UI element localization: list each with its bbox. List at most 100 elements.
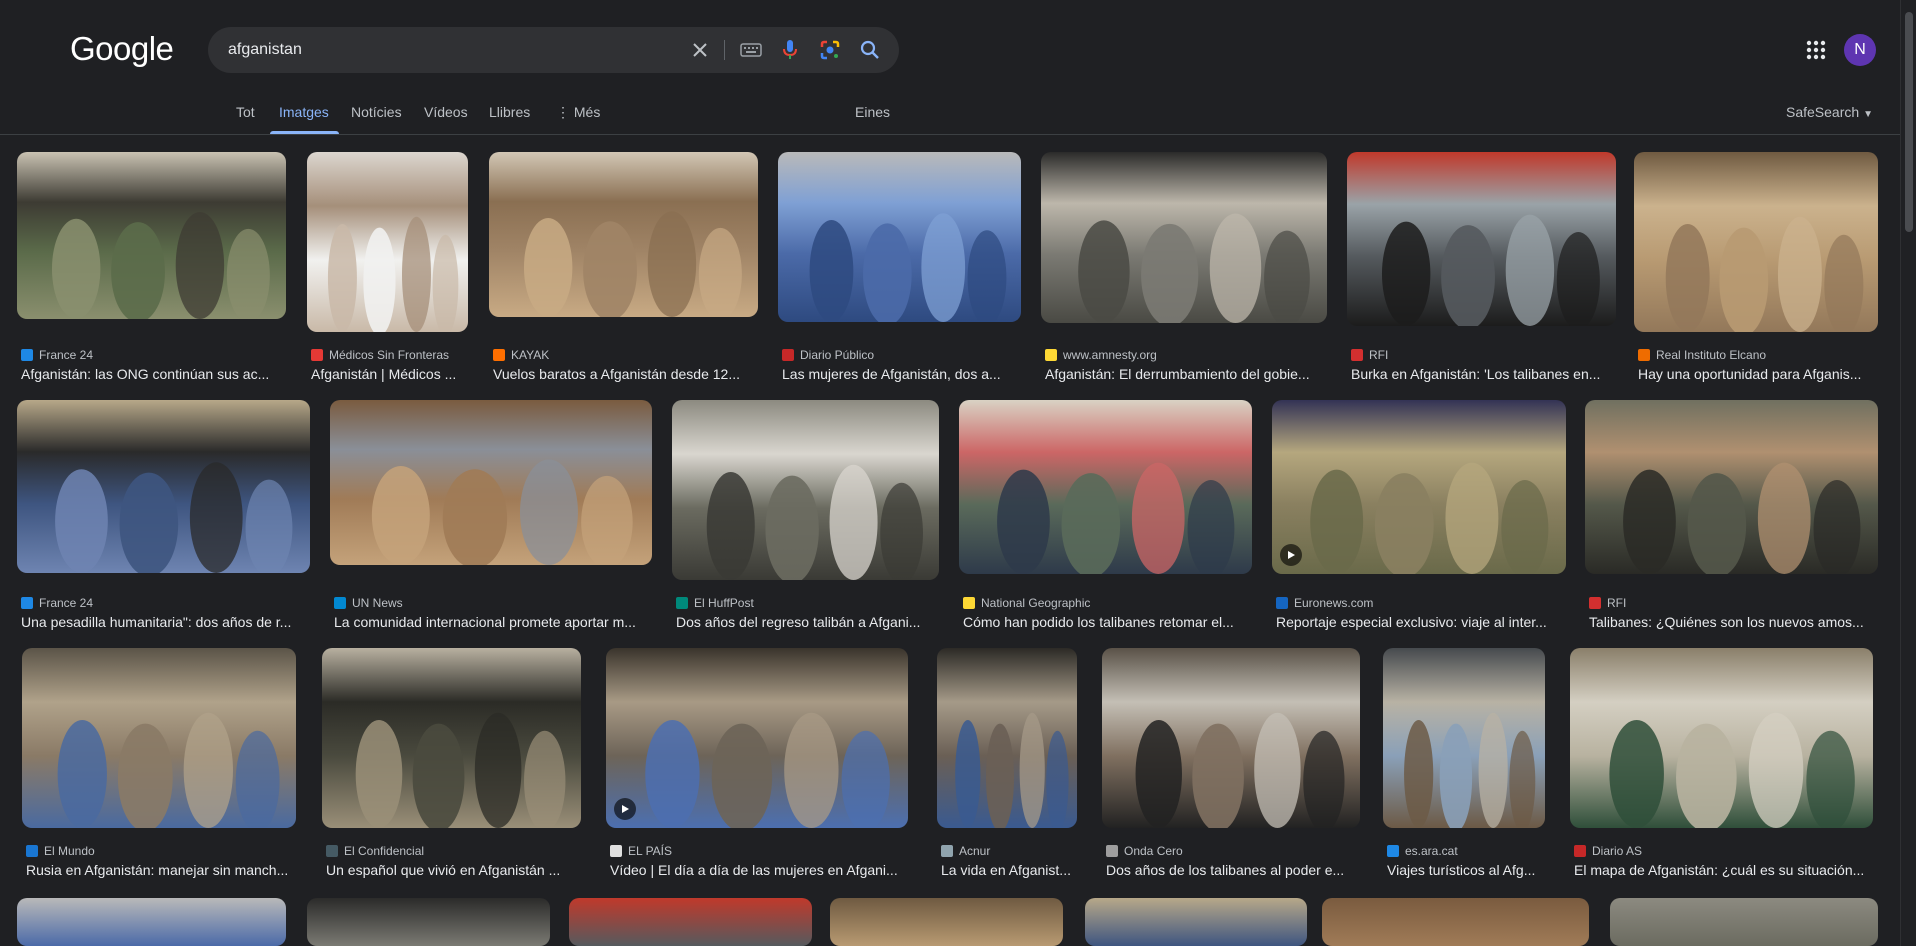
result-title[interactable]: Vuelos baratos a Afganistán desde 12... (493, 366, 758, 382)
result-source[interactable]: Diario AS (1574, 844, 1642, 858)
site-favicon-icon (963, 597, 975, 609)
result-title[interactable]: Rusia en Afganistán: manejar sin manch..… (26, 862, 296, 878)
result-thumbnail[interactable] (672, 400, 939, 580)
scrollbar-thumb[interactable] (1905, 12, 1913, 232)
result-title[interactable]: Reportaje especial exclusivo: viaje al i… (1276, 614, 1566, 630)
tools-button[interactable]: Eines (855, 104, 890, 120)
result-title[interactable]: La comunidad internacional promete aport… (334, 614, 652, 630)
result-source[interactable]: Diario Público (782, 348, 874, 362)
search-icon[interactable] (858, 38, 882, 62)
result-source[interactable]: Real Instituto Elcano (1638, 348, 1766, 362)
result-source[interactable]: El Confidencial (326, 844, 424, 858)
result-title[interactable]: Cómo han podido los talibanes retomar el… (963, 614, 1252, 630)
result-source[interactable]: www.amnesty.org (1045, 348, 1157, 362)
result-thumbnail[interactable] (307, 898, 550, 946)
tab-more[interactable]: ⋮ Més (556, 104, 600, 121)
result-title[interactable]: Un español que vivió en Afganistán ... (326, 862, 581, 878)
tab-all[interactable]: Tot (236, 104, 255, 120)
result-thumbnail[interactable] (1610, 898, 1878, 946)
result-thumbnail[interactable] (1085, 898, 1307, 946)
result-source[interactable]: UN News (334, 596, 403, 610)
result-title[interactable]: Dos años de los talibanes al poder e... (1106, 862, 1360, 878)
result-title[interactable]: El mapa de Afganistán: ¿cuál es su situa… (1574, 862, 1873, 878)
caret-down-icon: ▼ (1863, 109, 1873, 120)
result-title[interactable]: Afganistán: El derrumbamiento del gobie.… (1045, 366, 1327, 382)
result-title[interactable]: Dos años del regreso talibán a Afgani... (676, 614, 939, 630)
tab-books[interactable]: Llibres (489, 104, 530, 120)
result-thumbnail[interactable] (1322, 898, 1589, 946)
result-source[interactable]: France 24 (21, 596, 93, 610)
result-source[interactable]: KAYAK (493, 348, 549, 362)
result-thumbnail[interactable] (1041, 152, 1327, 323)
avatar[interactable]: N (1844, 34, 1876, 66)
result-title[interactable]: Afganistán | Médicos ... (311, 366, 468, 382)
result-source[interactable]: RFI (1589, 596, 1626, 610)
result-source[interactable]: El Mundo (26, 844, 95, 858)
result-thumbnail[interactable] (959, 400, 1252, 574)
result-source[interactable]: Acnur (941, 844, 990, 858)
result-thumbnail[interactable] (17, 898, 286, 946)
result-source[interactable]: National Geographic (963, 596, 1090, 610)
result-thumbnail[interactable] (1383, 648, 1545, 828)
result-source[interactable]: es.ara.cat (1387, 844, 1458, 858)
result-title[interactable]: Las mujeres de Afganistán, dos a... (782, 366, 1021, 382)
tab-news[interactable]: Notícies (351, 104, 402, 120)
result-title[interactable]: Burka en Afganistán: 'Los talibanes en..… (1351, 366, 1616, 382)
result-title[interactable]: Vídeo | El día a día de las mujeres en A… (610, 862, 908, 878)
result-thumbnail[interactable] (1272, 400, 1566, 574)
result-source[interactable]: Euronews.com (1276, 596, 1373, 610)
site-favicon-icon (1106, 845, 1118, 857)
result-source[interactable]: EL PAÍS (610, 844, 672, 858)
result-title[interactable]: Talibanes: ¿Quiénes son los nuevos amos.… (1589, 614, 1878, 630)
microphone-icon[interactable] (778, 38, 802, 62)
result-source-name: RFI (1607, 596, 1627, 610)
result-title[interactable]: Hay una oportunidad para Afganis... (1638, 366, 1878, 382)
result-thumbnail[interactable] (17, 152, 286, 319)
tab-images[interactable]: Imatges (279, 104, 329, 120)
result-source-name: El Confidencial (344, 844, 425, 858)
result-thumbnail[interactable] (330, 400, 652, 565)
result-thumbnail[interactable] (1585, 400, 1878, 574)
result-source-name: Real Instituto Elcano (1656, 348, 1767, 362)
result-thumbnail[interactable] (489, 152, 758, 317)
site-favicon-icon (676, 597, 688, 609)
apps-grid-icon[interactable] (1804, 38, 1828, 62)
result-thumbnail[interactable] (322, 648, 581, 828)
result-source-name: National Geographic (981, 596, 1091, 610)
scrollbar[interactable] (1900, 0, 1916, 946)
safesearch-menu[interactable]: SafeSearch ▼ (1786, 104, 1873, 120)
result-source[interactable]: Médicos Sin Fronteras (311, 348, 449, 362)
search-box[interactable] (208, 27, 899, 73)
result-thumbnail[interactable] (17, 400, 310, 573)
result-thumbnail[interactable] (1570, 648, 1873, 828)
keyboard-icon[interactable] (739, 38, 763, 62)
clear-icon[interactable] (688, 38, 712, 62)
result-thumbnail[interactable] (778, 152, 1021, 322)
result-thumbnail[interactable] (1634, 152, 1878, 332)
result-title[interactable]: Afganistán: las ONG continúan sus ac... (21, 366, 286, 382)
result-source-name: El HuffPost (694, 596, 754, 610)
result-title[interactable]: La vida en Afganist... (941, 862, 1077, 878)
result-title[interactable]: Una pesadilla humanitaria": dos años de … (21, 614, 310, 630)
result-thumbnail[interactable] (22, 648, 296, 828)
result-source[interactable]: El HuffPost (676, 596, 754, 610)
video-play-icon (1280, 544, 1302, 566)
result-thumbnail[interactable] (307, 152, 468, 332)
result-thumbnail[interactable] (1102, 648, 1360, 828)
site-favicon-icon (610, 845, 622, 857)
result-thumbnail[interactable] (606, 648, 908, 828)
result-source[interactable]: RFI (1351, 348, 1388, 362)
result-source-name: Euronews.com (1294, 596, 1374, 610)
tab-videos[interactable]: Vídeos (424, 104, 468, 120)
google-logo[interactable]: Google (70, 30, 174, 68)
result-source[interactable]: France 24 (21, 348, 93, 362)
result-thumbnail[interactable] (569, 898, 812, 946)
result-thumbnail[interactable] (1347, 152, 1616, 326)
result-source-name: EL PAÍS (628, 844, 673, 858)
lens-icon[interactable] (818, 38, 842, 62)
search-input[interactable] (228, 27, 668, 73)
result-source[interactable]: Onda Cero (1106, 844, 1183, 858)
result-thumbnail[interactable] (937, 648, 1077, 828)
result-title[interactable]: Viajes turísticos al Afg... (1387, 862, 1545, 878)
result-thumbnail[interactable] (830, 898, 1063, 946)
